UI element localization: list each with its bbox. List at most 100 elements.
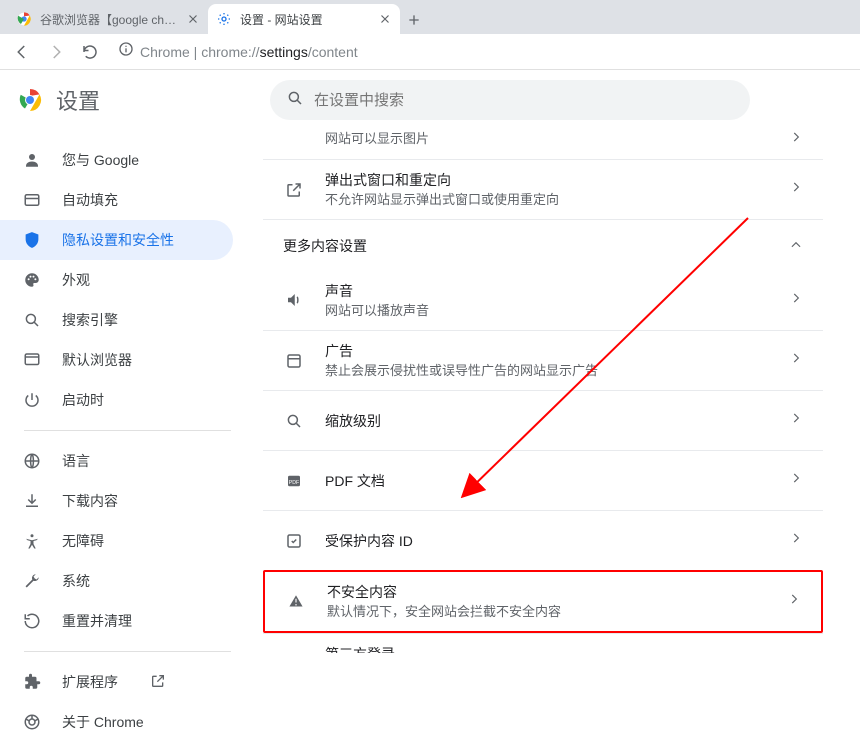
sidebar-item-privacy[interactable]: 隐私设置和安全性 xyxy=(0,220,233,260)
sidebar-item-default-browser[interactable]: 默认浏览器 xyxy=(0,340,233,380)
row-insecure-content[interactable]: 不安全内容 默认情况下，安全网站会拦截不安全内容 xyxy=(263,570,823,633)
shield-icon xyxy=(22,230,42,250)
sidebar-item-on-startup[interactable]: 启动时 xyxy=(0,380,233,420)
sidebar-label: 扩展程序 xyxy=(62,672,118,692)
section-title: 更多内容设置 xyxy=(283,236,367,256)
tab-active[interactable]: 设置 - 网站设置 xyxy=(208,4,400,34)
new-tab-button[interactable] xyxy=(400,6,428,34)
sidebar-item-about[interactable]: 关于 Chrome xyxy=(0,702,233,742)
accessibility-icon xyxy=(22,531,42,551)
restore-icon xyxy=(22,611,42,631)
forward-button[interactable] xyxy=(42,38,70,66)
sidebar-label: 您与 Google xyxy=(62,150,139,170)
sidebar-label: 系统 xyxy=(62,571,90,591)
chevron-right-icon xyxy=(789,471,803,490)
sidebar-item-reset[interactable]: 重置并清理 xyxy=(0,601,233,641)
download-icon xyxy=(22,491,42,511)
chevron-right-icon xyxy=(789,291,803,310)
row-zoom[interactable]: 缩放级别 xyxy=(263,390,823,450)
row-title: 不安全内容 xyxy=(327,582,767,602)
main-content: 网站可以显示图片 弹出式窗口和重定向 不允许网站显示弹出式窗口或使用重定向 更多… xyxy=(255,70,860,653)
row-ads[interactable]: 广告 禁止会展示侵扰性或误导性广告的网站显示广告 xyxy=(263,330,823,390)
reload-button[interactable] xyxy=(76,38,104,66)
chrome-logo-icon xyxy=(18,88,42,112)
chevron-right-icon xyxy=(787,592,801,611)
sidebar-item-search-engine[interactable]: 搜索引擎 xyxy=(0,300,233,340)
row-images[interactable]: 网站可以显示图片 xyxy=(263,130,823,159)
protected-icon xyxy=(283,532,305,550)
chrome-favicon xyxy=(16,11,32,27)
sidebar-item-accessibility[interactable]: 无障碍 xyxy=(0,521,233,561)
wrench-icon xyxy=(22,571,42,591)
palette-icon xyxy=(22,270,42,290)
chevron-right-icon xyxy=(789,531,803,550)
search-icon xyxy=(286,89,304,112)
sidebar-label: 下载内容 xyxy=(62,491,118,511)
row-protected-content[interactable]: 受保护内容 ID xyxy=(263,510,823,570)
sidebar-separator xyxy=(24,651,231,652)
omnibox-text: Chrome | chrome://settings/content xyxy=(140,44,358,60)
settings-header: 设置 xyxy=(0,70,860,130)
svg-text:PDF: PDF xyxy=(289,480,300,486)
person-icon xyxy=(22,150,42,170)
sidebar-label: 搜索引擎 xyxy=(62,310,118,330)
row-desc: 网站可以显示图片 xyxy=(325,131,769,148)
chevron-up-icon xyxy=(789,238,803,255)
row-desc: 网站可以播放声音 xyxy=(325,303,769,320)
sidebar-item-downloads[interactable]: 下载内容 xyxy=(0,481,233,521)
more-content-section[interactable]: 更多内容设置 xyxy=(263,219,823,270)
search-input[interactable] xyxy=(314,92,734,109)
chevron-right-icon xyxy=(789,130,803,149)
sidebar-label: 语言 xyxy=(62,451,90,471)
toolbar: Chrome | chrome://settings/content xyxy=(0,34,860,70)
sidebar-label: 关于 Chrome xyxy=(62,712,144,732)
tab-strip: 谷歌浏览器【google chrome】 设置 - 网站设置 xyxy=(0,0,860,34)
sidebar-item-you-and-google[interactable]: 您与 Google xyxy=(0,140,233,180)
sidebar-item-autofill[interactable]: 自动填充 xyxy=(0,180,233,220)
search-icon xyxy=(283,412,305,430)
chevron-right-icon xyxy=(789,351,803,370)
chrome-outline-icon xyxy=(22,712,42,732)
row-title: 广告 xyxy=(325,341,769,361)
row-title: 声音 xyxy=(325,281,769,301)
omnibox[interactable]: Chrome | chrome://settings/content xyxy=(110,41,852,62)
row-popups[interactable]: 弹出式窗口和重定向 不允许网站显示弹出式窗口或使用重定向 xyxy=(263,159,823,219)
row-federated-identity[interactable]: 第三方登录 网站可以显示来自身份服务的登录提示 xyxy=(263,633,823,653)
power-icon xyxy=(22,390,42,410)
row-desc: 默认情况下，安全网站会拦截不安全内容 xyxy=(327,604,767,621)
close-icon[interactable] xyxy=(378,12,392,26)
chevron-right-icon xyxy=(789,180,803,199)
close-icon[interactable] xyxy=(186,12,200,26)
row-title: 弹出式窗口和重定向 xyxy=(325,170,769,190)
sidebar-item-languages[interactable]: 语言 xyxy=(0,441,233,481)
row-title: 受保护内容 ID xyxy=(325,531,769,551)
page-title: 设置 xyxy=(56,84,100,116)
sound-icon xyxy=(283,291,305,309)
sidebar-item-system[interactable]: 系统 xyxy=(0,561,233,601)
extension-icon xyxy=(22,672,42,692)
sidebar-item-extensions[interactable]: 扩展程序 xyxy=(0,662,233,702)
ads-icon xyxy=(283,352,305,370)
back-button[interactable] xyxy=(8,38,36,66)
info-icon xyxy=(118,41,134,62)
row-desc: 禁止会展示侵扰性或误导性广告的网站显示广告 xyxy=(325,363,769,380)
sidebar-label: 重置并清理 xyxy=(62,611,132,631)
sidebar-separator xyxy=(24,430,231,431)
settings-search[interactable] xyxy=(270,80,750,120)
row-title: PDF 文档 xyxy=(325,471,769,491)
open-in-new-icon xyxy=(150,673,166,692)
gear-icon xyxy=(216,11,232,27)
tab-inactive[interactable]: 谷歌浏览器【google chrome】 xyxy=(8,4,208,34)
tab-title: 设置 - 网站设置 xyxy=(240,11,372,28)
browser-icon xyxy=(22,350,42,370)
row-title: 缩放级别 xyxy=(325,411,769,431)
sidebar-label: 启动时 xyxy=(62,390,104,410)
autofill-icon xyxy=(22,190,42,210)
sidebar-item-appearance[interactable]: 外观 xyxy=(0,260,233,300)
row-sound[interactable]: 声音 网站可以播放声音 xyxy=(263,270,823,330)
row-desc: 不允许网站显示弹出式窗口或使用重定向 xyxy=(325,192,769,209)
row-pdf[interactable]: PDF PDF 文档 xyxy=(263,450,823,510)
sidebar-label: 外观 xyxy=(62,270,90,290)
warning-icon xyxy=(285,592,307,610)
search-icon xyxy=(22,310,42,330)
